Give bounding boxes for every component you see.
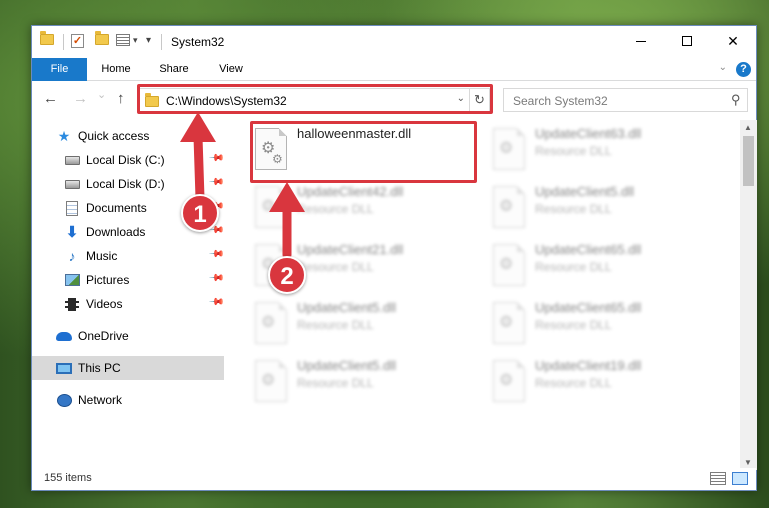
callout-badge-2: 2	[268, 256, 306, 294]
arrow-2	[269, 182, 305, 260]
arrow-1	[180, 112, 216, 203]
annotation-arrows	[180, 112, 305, 260]
callout-badge-1: 1	[181, 194, 219, 232]
